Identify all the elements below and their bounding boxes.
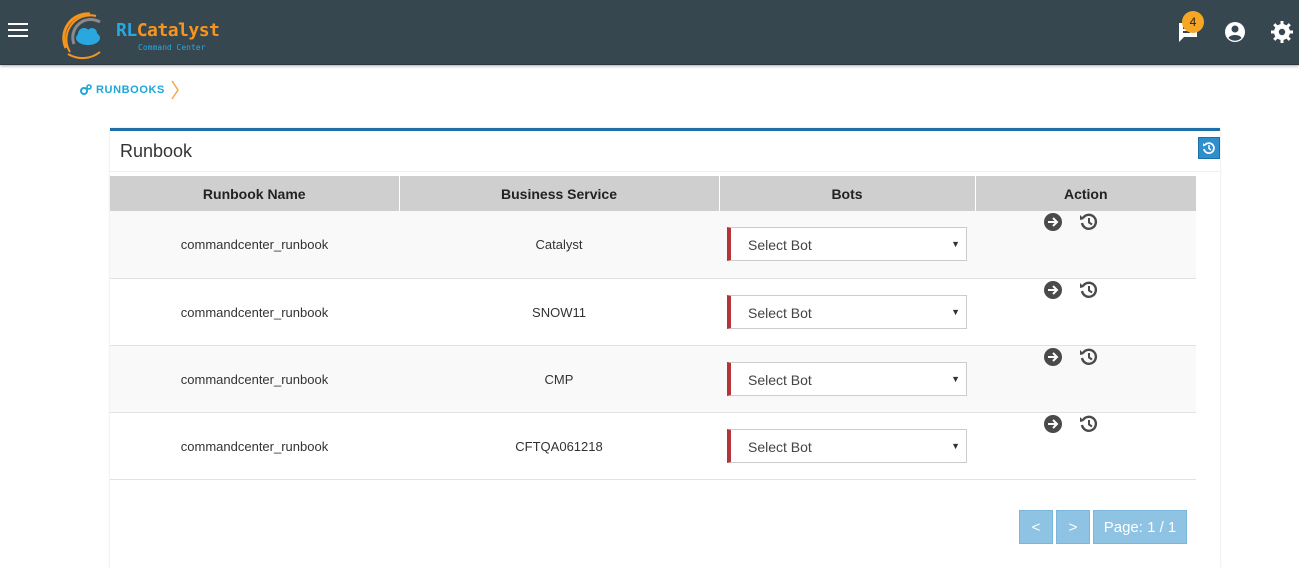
select-bot-value: Select Bot <box>748 304 812 321</box>
action-cell <box>975 278 1196 345</box>
business-service-cell: CMP <box>544 371 574 387</box>
panel-divider <box>110 171 1220 172</box>
breadcrumb-chevron-icon <box>171 80 179 100</box>
action-cell <box>975 345 1196 412</box>
table-header-row: Runbook Name Business Service Bots Actio… <box>110 176 1196 211</box>
page-indicator: Page: 1 / 1 <box>1093 510 1187 544</box>
action-icons <box>975 347 1196 367</box>
table-row: commandcenter_runbook CFTQA061218 Select… <box>110 412 1196 479</box>
caret-down-icon: ▼ <box>951 373 960 384</box>
business-service-cell: CFTQA061218 <box>515 438 603 454</box>
run-arrow-icon[interactable] <box>1043 280 1063 300</box>
panel-title: Runbook <box>120 141 193 161</box>
top-navbar: RLCatalyst Command Center 4 <box>0 0 1299 65</box>
history-icon <box>1203 142 1215 154</box>
breadcrumb: RUNBOOKS <box>80 80 180 100</box>
history-icon[interactable] <box>1079 280 1099 300</box>
runbook-name-cell: commandcenter_runbook <box>180 371 329 387</box>
runbook-panel: Runbook Runbook Name Business Service Bo… <box>110 128 1220 568</box>
notification-badge: 4 <box>1182 11 1204 33</box>
table-row: commandcenter_runbook SNOW11 Select Bot ▼ <box>110 278 1196 345</box>
cogs-icon <box>80 84 92 95</box>
column-header-runbook-name[interactable]: Runbook Name <box>110 176 400 211</box>
action-cell <box>975 412 1196 479</box>
select-bot-value: Select Bot <box>748 237 812 254</box>
account-icon[interactable] <box>1223 20 1249 46</box>
logo-subtitle: Command Center <box>138 43 206 52</box>
next-page-button[interactable]: > <box>1056 510 1090 544</box>
column-header-business-service[interactable]: Business Service <box>399 176 720 211</box>
logo-swirl-icon <box>62 12 101 60</box>
action-icons <box>975 212 1196 232</box>
action-icons <box>975 414 1196 434</box>
pagination: < > Page: 1 / 1 <box>1019 510 1190 544</box>
business-service-cell: Catalyst <box>535 237 583 252</box>
select-bot-value: Select Bot <box>748 438 812 455</box>
action-icons <box>975 280 1196 300</box>
business-service-cell: SNOW11 <box>532 304 586 320</box>
bots-cell: Select Bot ▼ <box>719 412 975 479</box>
table-row: commandcenter_runbook Catalyst Select Bo… <box>110 211 1196 278</box>
select-bot-value: Select Bot <box>748 371 812 388</box>
history-icon[interactable] <box>1079 414 1099 434</box>
runbook-name-cell: commandcenter_runbook <box>180 237 329 252</box>
runbook-table: Runbook Name Business Service Bots Actio… <box>110 176 1196 480</box>
logo[interactable]: RLCatalyst Command Center <box>60 8 220 60</box>
logo-text: RLCatalyst <box>116 20 220 41</box>
bots-cell: Select Bot ▼ <box>719 278 975 345</box>
select-bot-dropdown[interactable]: Select Bot ▼ <box>727 361 967 396</box>
action-cell <box>975 211 1196 278</box>
bots-cell: Select Bot ▼ <box>719 345 975 412</box>
select-bot-dropdown[interactable]: Select Bot ▼ <box>727 227 967 262</box>
run-arrow-icon[interactable] <box>1043 212 1063 232</box>
menu-icon[interactable] <box>8 23 28 41</box>
column-header-action[interactable]: Action <box>975 176 1196 211</box>
history-button[interactable] <box>1198 137 1220 159</box>
run-arrow-icon[interactable] <box>1043 414 1063 434</box>
runbook-name-cell: commandcenter_runbook <box>180 438 329 454</box>
table-row: commandcenter_runbook CMP Select Bot ▼ <box>110 345 1196 412</box>
caret-down-icon: ▼ <box>951 440 960 451</box>
history-icon[interactable] <box>1079 347 1099 367</box>
prev-page-button[interactable]: < <box>1019 510 1053 544</box>
select-bot-dropdown[interactable]: Select Bot ▼ <box>727 428 967 463</box>
settings-gear-icon[interactable] <box>1270 20 1296 46</box>
runbook-name-cell: commandcenter_runbook <box>180 304 329 320</box>
select-bot-dropdown[interactable]: Select Bot ▼ <box>727 294 967 329</box>
caret-down-icon: ▼ <box>951 306 960 317</box>
caret-down-icon: ▼ <box>951 239 960 250</box>
bots-cell: Select Bot ▼ <box>719 211 975 278</box>
run-arrow-icon[interactable] <box>1043 347 1063 367</box>
breadcrumb-runbooks[interactable]: RUNBOOKS <box>96 84 165 96</box>
history-icon[interactable] <box>1079 212 1099 232</box>
column-header-bots[interactable]: Bots <box>719 176 976 211</box>
